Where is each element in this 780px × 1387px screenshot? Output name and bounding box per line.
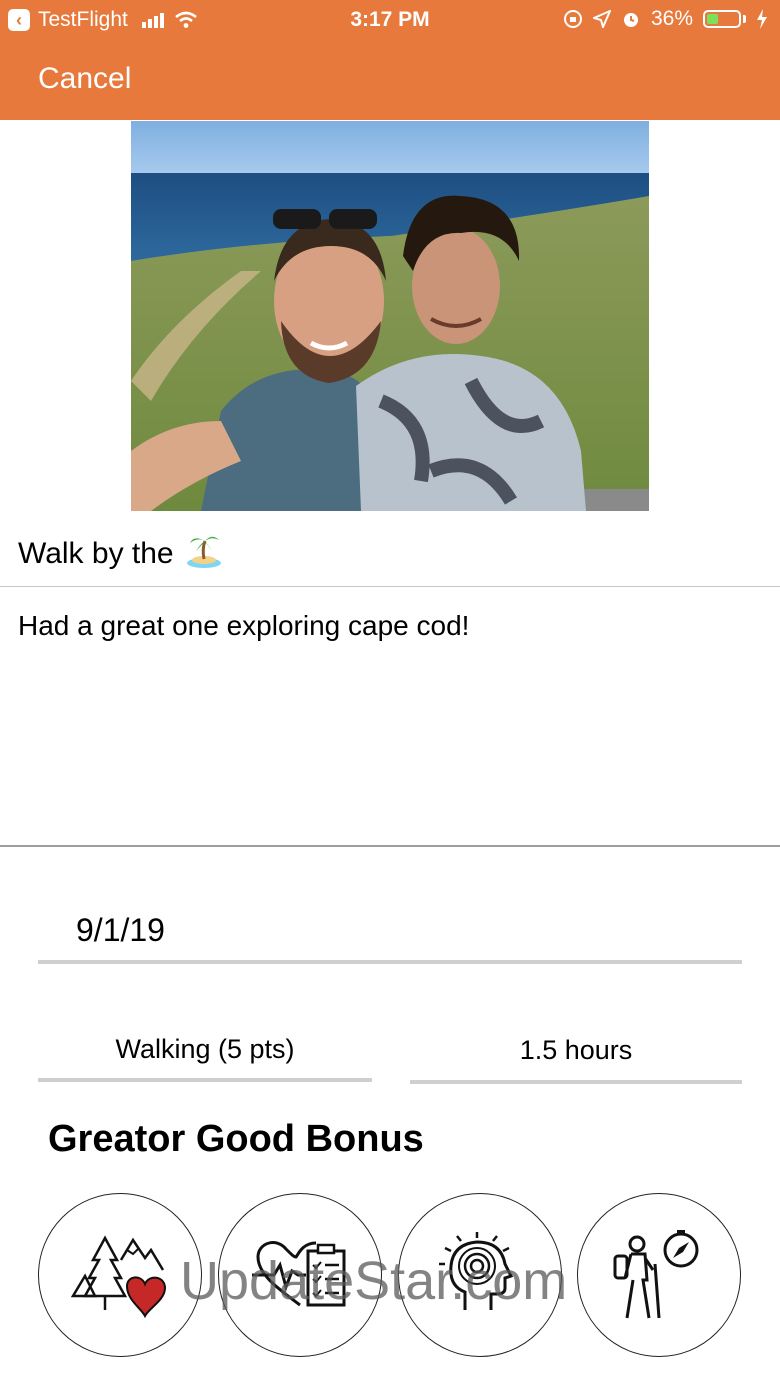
battery-percent: 36% (650, 7, 693, 30)
date-input[interactable]: 9/1/19 (38, 900, 742, 964)
duration-value: 1.5 hours (519, 1035, 633, 1065)
activity-select[interactable]: Walking (5 pts) (38, 1022, 372, 1082)
bonus-explore-button[interactable] (577, 1193, 741, 1357)
cancel-button[interactable]: Cancel (38, 62, 131, 96)
post-body-text: Had a great one exploring cape cod! (18, 610, 470, 641)
orientation-lock-icon (563, 10, 582, 28)
bonus-section-title: Greator Good Bonus (48, 1118, 424, 1160)
post-title-text: Walk by the (18, 536, 174, 570)
bonus-nature-button[interactable] (38, 1193, 202, 1357)
status-bar: ‹ TestFlight 3:17 PM 36% (0, 0, 780, 40)
health-checklist-icon (252, 1241, 346, 1307)
island-emoji (186, 531, 222, 577)
location-icon (592, 10, 611, 28)
date-value: 9/1/19 (76, 911, 165, 948)
photo-image (131, 121, 649, 511)
hiker-compass-icon (613, 1230, 699, 1319)
nature-heart-icon (70, 1235, 167, 1319)
bonus-mindfulness-button[interactable] (398, 1193, 562, 1357)
post-body-textarea[interactable]: Had a great one exploring cape cod! (0, 588, 780, 847)
mindfulness-icon (439, 1232, 514, 1310)
bonus-health-button[interactable] (218, 1193, 382, 1357)
battery-icon (703, 10, 741, 28)
battery-fill (707, 14, 718, 24)
duration-select[interactable]: 1.5 hours (410, 1022, 742, 1084)
alarm-icon (623, 13, 638, 27)
charging-icon (757, 9, 767, 29)
post-title-input[interactable]: Walk by the (0, 521, 780, 587)
nav-header: ‹ TestFlight 3:17 PM 36% Cancel (0, 0, 780, 120)
activity-value: Walking (5 pts) (115, 1034, 295, 1064)
battery-cap (743, 15, 746, 23)
post-photo[interactable] (131, 121, 649, 511)
island-icon (186, 536, 221, 568)
